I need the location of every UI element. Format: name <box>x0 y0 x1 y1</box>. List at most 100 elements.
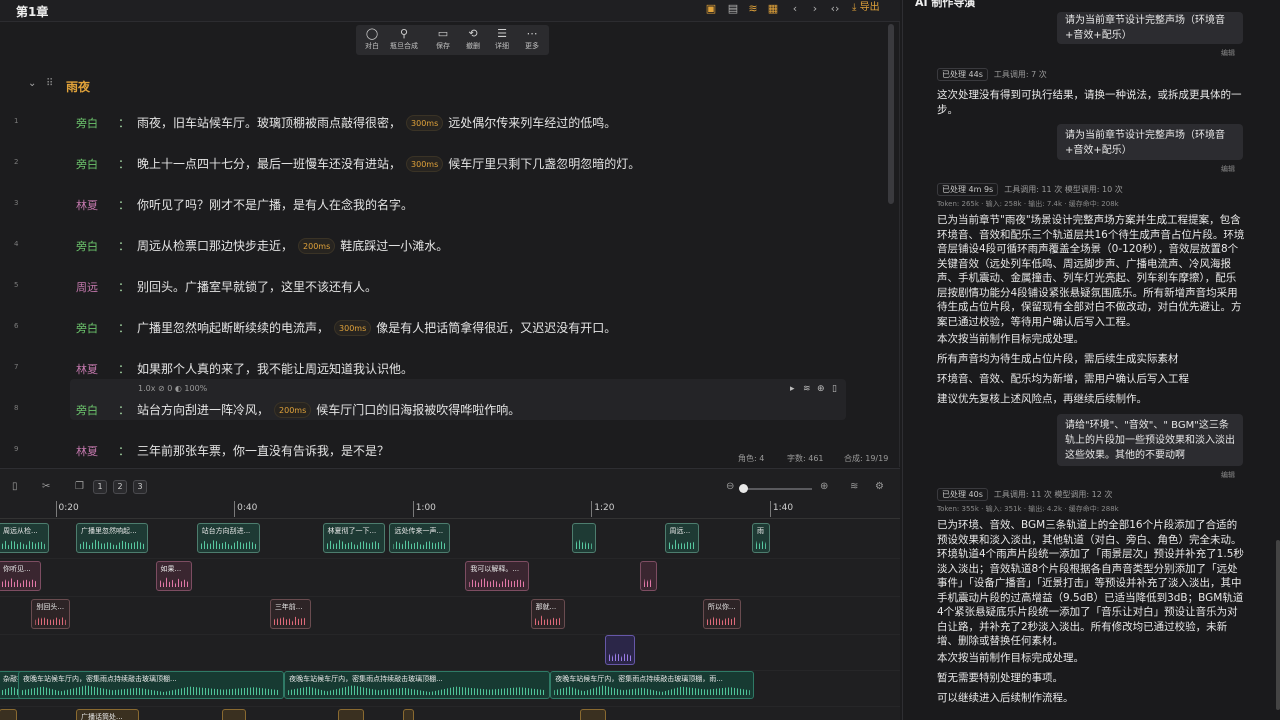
active-line-params[interactable]: 1.0x ⊘ 0 ◐ 100% <box>138 384 207 393</box>
chevron-right-icon[interactable]: › <box>806 1 824 17</box>
timeline-clip[interactable]: 所以你... <box>702 599 742 629</box>
dialogue-button[interactable]: ◯ 对白 <box>357 27 387 51</box>
timeline-clip[interactable]: 夜晚车站候车厅内，密集雨点持续敲击玻璃顶棚... <box>284 671 551 699</box>
line-number: 7 <box>14 363 19 371</box>
timeline-clip[interactable]: 周远... <box>664 523 700 553</box>
timeline-clip[interactable]: 那就... <box>530 599 566 629</box>
timeline-clip[interactable]: 如果... <box>155 561 193 591</box>
synthesize-button[interactable]: ⚲ 瓶旦合成 <box>389 27 419 51</box>
speaker-label[interactable]: 旁白 <box>76 320 98 336</box>
timeline-clip[interactable]: 别回头... <box>31 599 70 629</box>
waveform-icon[interactable]: ≋ <box>803 384 811 394</box>
timeline-clip[interactable] <box>222 709 246 720</box>
copy-icon[interactable]: ❐ <box>75 481 84 492</box>
book-icon[interactable]: ▤ <box>724 1 742 17</box>
timeline-clip[interactable]: 夜晚车站候车厅内，密集雨点持续敲击玻璃顶棚，雨... <box>550 671 754 699</box>
track-narr: 一点四十...周远从检...广播里忽然响起...站台方向刮进...林夏彻了一下.… <box>0 521 900 559</box>
speaker-label[interactable]: 旁白 <box>76 115 98 131</box>
run-time-badge[interactable]: 已处理 4m 9s <box>937 183 999 196</box>
zoom-slider-handle[interactable] <box>739 484 748 493</box>
line-text[interactable]: 周远从检票口那边快步走近， 200ms 鞋底踩过一小滩水。 <box>137 237 448 254</box>
timeline-clip[interactable] <box>571 523 596 553</box>
page-button-3[interactable]: 3 <box>133 480 147 494</box>
timeline-clip[interactable]: 站台方向刮进... <box>196 523 260 553</box>
timeline-clip[interactable]: 周远从检... <box>0 523 49 553</box>
script-line[interactable]: 6 旁白 ： 广播里忽然响起断断续续的电流声， 300ms 像是有人把话筒拿得很近，又迟迟… <box>0 317 880 339</box>
image-icon[interactable]: ▦ <box>764 1 782 17</box>
speaker-label[interactable]: 周远 <box>76 279 98 295</box>
trash-icon[interactable]: ▯ <box>832 384 837 394</box>
timeline-clip[interactable]: 你听见... <box>0 561 41 591</box>
save-button[interactable]: ▭ 保存 <box>428 27 458 51</box>
chevron-down-icon[interactable]: ⌄ <box>28 78 36 89</box>
page-button-1[interactable]: 1 <box>93 480 107 494</box>
line-text[interactable]: 别回头。广播室早就锁了，这里不该还有人。 <box>137 278 377 295</box>
timeline-clip[interactable] <box>337 709 364 720</box>
code-icon[interactable]: ‹› <box>826 1 844 17</box>
drag-handle-icon[interactable]: ⠿ <box>46 78 53 89</box>
page-button-2[interactable]: 2 <box>113 480 127 494</box>
waveform-icon[interactable]: ≋ <box>744 1 762 17</box>
timeline-clip[interactable] <box>639 561 658 591</box>
script-line[interactable]: 2 旁白 ： 晚上十一点四十七分，最后一班慢车还没有进站， 300ms 候车厅里只剩下几盏… <box>0 153 880 175</box>
script-line[interactable]: 3 林夏 ： 你听见了吗？刚才不是广播，是有人在念我的名字。 <box>0 194 880 216</box>
speaker-label[interactable]: 旁白 <box>76 156 98 172</box>
pause-marker[interactable]: 300ms <box>406 115 444 131</box>
speaker-label[interactable]: 旁白 <box>76 402 98 418</box>
panel-scrollbar[interactable] <box>1276 540 1280 710</box>
line-text[interactable]: 你听见了吗？刚才不是广播，是有人在念我的名字。 <box>137 196 413 213</box>
timeline-clip[interactable] <box>402 709 414 720</box>
trash-icon[interactable]: ▯ <box>12 481 18 492</box>
line-text-segment: 远处偶尔传来列车经过的低鸣。 <box>448 116 617 130</box>
line-text[interactable]: 广播里忽然响起断断续续的电流声， 300ms 像是有人把话筒拿得很近，又迟迟没有开口… <box>137 319 616 336</box>
target-icon[interactable]: ⊕ <box>817 384 825 394</box>
timeline-clip[interactable]: 林夏彻了一下... <box>322 523 385 553</box>
run-time-badge[interactable]: 已处理 44s <box>937 68 988 81</box>
script-line[interactable]: 1 旁白 ： 雨夜，旧车站候车厅。玻璃顶棚被雨点敲得很密， 300ms 远处偶尔传来列车经… <box>0 112 880 134</box>
export-button[interactable]: ⤓ 导出 <box>852 0 880 16</box>
edit-link[interactable]: 编辑 <box>1221 48 1235 58</box>
zoom-slider[interactable] <box>740 488 812 490</box>
timeline-clip[interactable] <box>579 709 606 720</box>
script-line[interactable]: 8 旁白 ： 站台方向刮进一阵冷风， 200ms 候车厅门口的旧海报被吹得哗啦作响。 <box>0 399 880 421</box>
zoom-out-icon[interactable]: ⊖ <box>726 481 734 492</box>
timeline-clip[interactable]: 三年前... <box>269 599 311 629</box>
settings-icon[interactable]: ⚙ <box>875 481 884 492</box>
time-ruler[interactable]: 0:20 0:40 1:00 1:20 1:40 <box>0 501 900 519</box>
play-icon[interactable]: ▸ <box>790 384 795 394</box>
script-line[interactable]: 4 旁白 ： 周远从检票口那边快步走近， 200ms 鞋底踩过一小滩水。 <box>0 235 880 257</box>
script-line[interactable]: 7 林夏 ： 如果那个人真的来了，我不能让周远知道我认识他。 <box>0 358 880 380</box>
script-line[interactable]: 5 周远 ： 别回头。广播室早就锁了，这里不该还有人。 <box>0 276 880 298</box>
line-text[interactable]: 站台方向刮进一阵冷风， 200ms 候车厅门口的旧海报被吹得哗啦作响。 <box>137 401 520 418</box>
edit-link[interactable]: 编辑 <box>1221 164 1235 174</box>
timeline-clip[interactable] <box>0 709 18 720</box>
timeline-clip[interactable]: 夜晚车站候车厅内，密集雨点持续敲击玻璃顶棚... <box>17 671 285 699</box>
line-text[interactable]: 如果那个人真的来了，我不能让周远知道我认识他。 <box>137 360 413 377</box>
timeline-clip[interactable] <box>604 635 636 665</box>
pause-marker[interactable]: 200ms <box>298 238 336 254</box>
timeline-clip[interactable]: 广播里忽然响起... <box>76 523 149 553</box>
timeline-clip[interactable]: 广播话筒处... <box>76 709 140 720</box>
ai-icon[interactable]: ▣ <box>702 1 720 17</box>
edit-link[interactable]: 编辑 <box>1221 470 1235 480</box>
pause-marker[interactable]: 300ms <box>334 320 372 336</box>
undo-button[interactable]: ⟲ 撤删 <box>458 27 488 51</box>
details-button[interactable]: ☰ 详细 <box>487 27 517 51</box>
line-text[interactable]: 晚上十一点四十七分，最后一班慢车还没有进站， 300ms 候车厅里只剩下几盏忽明忽暗… <box>137 155 640 172</box>
pause-marker[interactable]: 200ms <box>274 402 312 418</box>
more-button[interactable]: ⋯ 更多 <box>517 27 547 51</box>
timeline-clip[interactable]: 远处传来一声... <box>389 523 451 553</box>
speaker-label[interactable]: 旁白 <box>76 238 98 254</box>
zoom-in-icon[interactable]: ⊕ <box>820 481 828 492</box>
speaker-label[interactable]: 林夏 <box>76 197 98 213</box>
waveform-icon[interactable]: ≋ <box>850 481 858 492</box>
line-text[interactable]: 雨夜，旧车站候车厅。玻璃顶棚被雨点敲得很密， 300ms 远处偶尔传来列车经过的低鸣… <box>137 114 616 131</box>
run-time-badge[interactable]: 已处理 40s <box>937 488 988 501</box>
editor-scrollbar[interactable] <box>888 24 894 204</box>
pause-marker[interactable]: 300ms <box>406 156 444 172</box>
chevron-left-icon[interactable]: ‹ <box>786 1 804 17</box>
timeline-clip[interactable]: 我可以解释。... <box>465 561 529 591</box>
split-icon[interactable]: ✂ <box>42 481 50 492</box>
speaker-label[interactable]: 林夏 <box>76 361 98 377</box>
timeline-clip[interactable]: 雨 <box>752 523 770 553</box>
